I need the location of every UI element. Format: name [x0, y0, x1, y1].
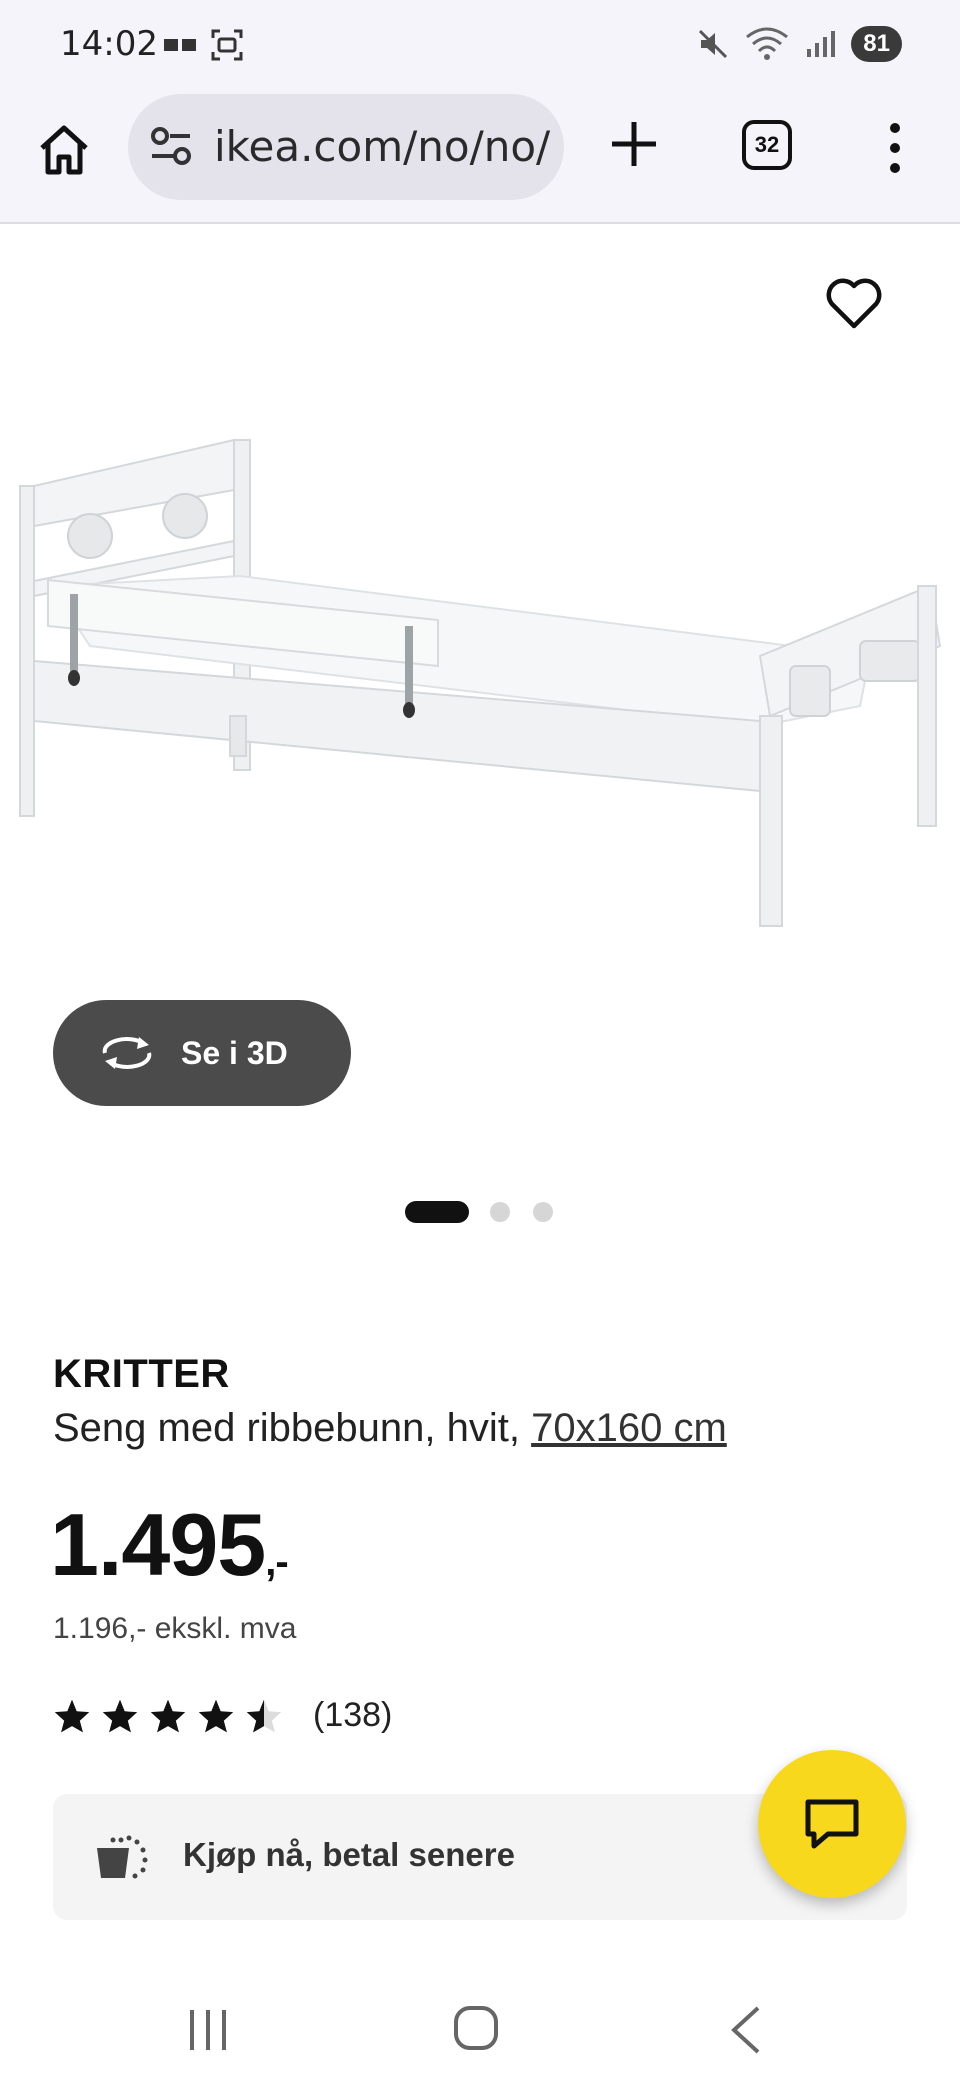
screenshot-icon: [211, 29, 243, 61]
pagination-dot-3[interactable]: [533, 1202, 553, 1222]
status-time: 14:02: [60, 24, 158, 64]
product-description-text: Seng med ribbebunn, hvit,: [53, 1406, 532, 1450]
product-description: Seng med ribbebunn, hvit, 70x160 cm: [53, 1406, 727, 1451]
nav-home-icon[interactable]: [452, 2004, 500, 2052]
price-value: 1.495: [50, 1495, 266, 1594]
pagination-dot-1[interactable]: [405, 1201, 469, 1223]
message-icon: [164, 39, 196, 51]
gallery-pagination: [0, 1200, 960, 1224]
star-full-icon: [150, 1699, 186, 1732]
chat-icon: [805, 1799, 859, 1849]
product-price: 1.495,-: [50, 1494, 289, 1596]
pagination-dot-2[interactable]: [490, 1202, 510, 1222]
url-bar[interactable]: ikea.com/no/no/p: [128, 94, 564, 200]
price-excluding-vat: 1.196,- ekskl. mva: [53, 1612, 297, 1645]
tab-count: 32: [754, 132, 780, 157]
chat-button[interactable]: [758, 1750, 906, 1898]
more-menu-icon[interactable]: [880, 120, 910, 176]
mute-icon: [699, 29, 728, 59]
star-full-icon: [198, 1699, 234, 1732]
wifi-icon: [746, 27, 789, 60]
product-image-bed: [19, 438, 942, 927]
site-settings-icon[interactable]: [150, 126, 194, 166]
star-full-icon: [54, 1699, 90, 1732]
star-full-icon: [102, 1699, 138, 1732]
price-suffix: ,-: [265, 1540, 288, 1584]
product-size-link[interactable]: 70x160 cm: [531, 1406, 727, 1450]
rating-count: (138): [313, 1696, 393, 1734]
product-rating[interactable]: (138): [53, 1696, 392, 1735]
view-3d-button[interactable]: Se i 3D: [53, 1000, 351, 1106]
favorite-heart-icon[interactable]: [826, 278, 882, 330]
back-icon[interactable]: [728, 2004, 764, 2056]
tab-switcher-button[interactable]: 32: [742, 120, 792, 170]
pay-later-label: Kjøp nå, betal senere: [183, 1836, 515, 1873]
battery-indicator: 81: [851, 26, 902, 62]
new-tab-icon[interactable]: [606, 116, 662, 172]
browser-toolbar: ikea.com/no/no/p 32: [0, 92, 960, 224]
home-icon[interactable]: [34, 120, 94, 180]
shopping-bag-icon: [97, 1835, 148, 1879]
view-3d-label: Se i 3D: [181, 1034, 288, 1071]
product-name: KRITTER: [53, 1352, 230, 1396]
signal-icon: [807, 31, 836, 57]
recent-apps-icon[interactable]: [186, 2008, 230, 2052]
rotate-3d-icon: [102, 1037, 152, 1069]
status-bar: 14:02 81: [0, 0, 960, 92]
system-nav-bar: [0, 1960, 960, 2080]
url-text[interactable]: ikea.com/no/no/p: [214, 122, 554, 171]
star-half-icon: [246, 1699, 282, 1732]
